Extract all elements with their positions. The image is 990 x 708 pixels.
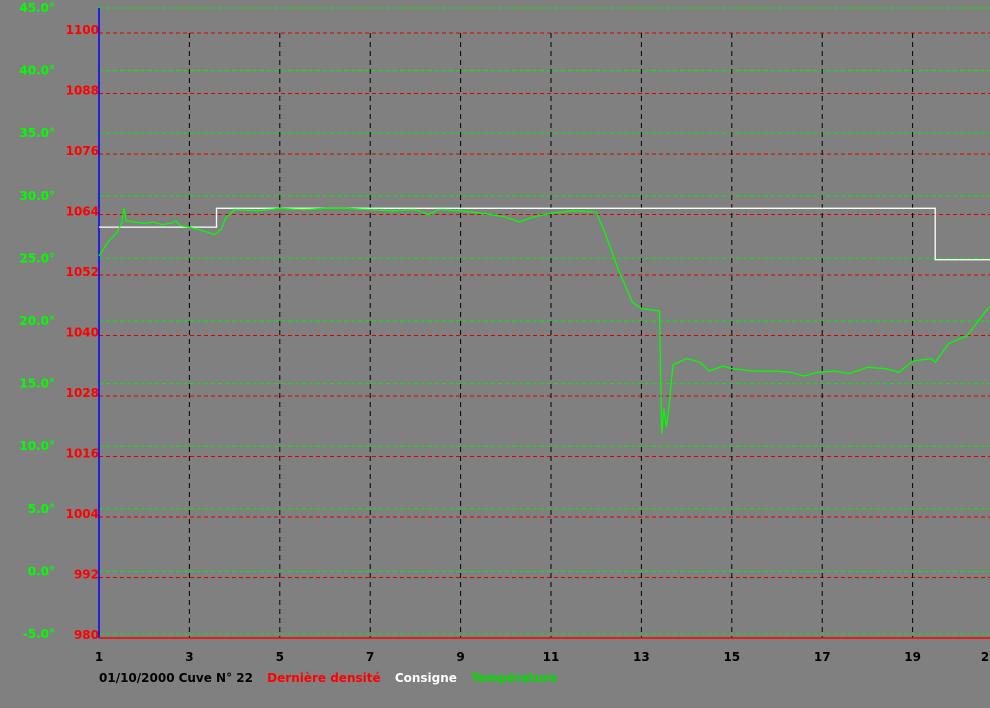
- x-tick-label: 17: [814, 650, 831, 664]
- temperature-tick-label: 20.0°: [19, 314, 55, 328]
- x-tick-label: 5: [276, 650, 284, 664]
- density-tick-label: 1100: [66, 23, 99, 37]
- density-tick-label: 1088: [66, 84, 99, 98]
- temperature-tick-label: 15.0°: [19, 377, 55, 391]
- chart-plot-area: 45.0°40.0°35.0°30.0°25.0°20.0°15.0°10.0°…: [19, 1, 990, 664]
- density-tick-label: 980: [74, 628, 99, 642]
- x-tick-label: 7: [366, 650, 374, 664]
- temperature-tick-label: 10.0°: [19, 439, 55, 453]
- footer-date: 01/10/2000: [99, 671, 175, 685]
- legend-temperature: Température: [471, 671, 558, 685]
- temperature-tick-label: 25.0°: [19, 251, 55, 265]
- density-tick-label: 1076: [66, 144, 99, 158]
- density-tick-label: 1016: [66, 447, 99, 461]
- density-tick-label: 992: [74, 568, 99, 582]
- density-temperature-chart: 45.0° 40.0° 35.0° 30.0° 25.0° 20.0° 15.0° 10.0°…: [0, 0, 990, 708]
- temperature-tick-label: 45.0°: [19, 1, 55, 15]
- legend-consigne: Consigne: [394, 671, 457, 685]
- x-tick-label: 13: [633, 650, 650, 664]
- footer-tank: Cuve N° 22: [178, 671, 253, 685]
- series-consigne: [99, 207, 990, 261]
- x-tick-label: 9: [456, 650, 464, 664]
- x-tick-label: 15: [723, 650, 740, 664]
- density-tick-label: 1004: [66, 507, 99, 521]
- chart-legend: 01/10/2000 Cuve N° 22 Dernière densité Co…: [99, 671, 567, 685]
- density-tick-label: 1028: [66, 386, 99, 400]
- x-tick-label: 19: [904, 650, 921, 664]
- density-tick-label: 1052: [66, 265, 99, 279]
- temperature-tick-label: 0.0°: [28, 564, 55, 578]
- temperature-tick-label: 40.0°: [19, 64, 55, 78]
- density-tick-label: 1040: [66, 326, 99, 340]
- temperature-tick-label: 35.0°: [19, 126, 55, 140]
- x-tick-label: 2: [981, 650, 989, 664]
- x-tick-label: 3: [185, 650, 193, 664]
- temperature-tick-label: -5.0°: [23, 627, 55, 641]
- density-tick-label: 1064: [66, 205, 99, 219]
- x-tick-label: 1: [95, 650, 103, 664]
- legend-density: Dernière densité: [267, 671, 381, 685]
- x-tick-label: 11: [543, 650, 560, 664]
- temperature-tick-label: 5.0°: [28, 502, 55, 516]
- temperature-tick-label: 30.0°: [19, 189, 55, 203]
